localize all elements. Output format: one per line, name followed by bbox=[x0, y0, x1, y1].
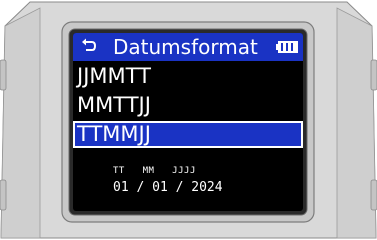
back-arrow-icon[interactable] bbox=[81, 37, 97, 55]
battery-icon bbox=[276, 41, 298, 53]
page-title: Datumsformat bbox=[113, 35, 258, 59]
menu-item-ttmmjj[interactable]: TTMMJJ bbox=[73, 121, 303, 148]
menu-item-jjmmtt[interactable]: JJMMTT bbox=[73, 63, 303, 90]
date-preview-labels: TT MM JJJJ bbox=[113, 166, 196, 176]
recorder-device: Datumsformat JJMMTT MMTTJJ TTMMJJ TT MM … bbox=[0, 0, 377, 240]
title-bar: Datumsformat bbox=[73, 33, 303, 61]
display-screen: Datumsformat JJMMTT MMTTJJ TTMMJJ TT MM … bbox=[73, 33, 303, 211]
menu-item-mmttjj[interactable]: MMTTJJ bbox=[73, 92, 303, 119]
date-preview-value: 01 / 01 / 2024 bbox=[113, 180, 223, 195]
